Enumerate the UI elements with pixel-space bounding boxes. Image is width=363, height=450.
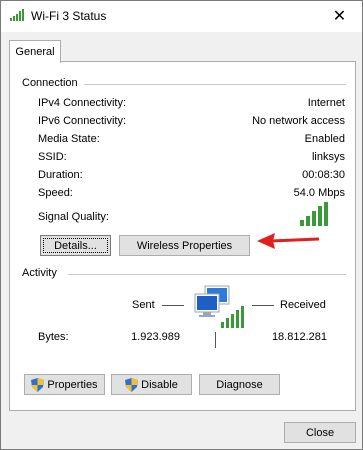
bytes-received-value: 18.812.281 [271,331,327,343]
tab-strip: General [1,32,362,63]
tab-general-label: General [15,46,55,58]
close-window-button[interactable]: ✕ [317,1,362,31]
signal-bar [324,202,328,226]
wireless-properties-button[interactable]: Wireless Properties [119,235,250,256]
tab-general[interactable]: General [9,40,61,63]
duration-value: 00:08:30 [302,169,345,181]
network-computer-icon [194,285,244,328]
diagnose-button[interactable]: Diagnose [199,374,280,395]
connection-divider [84,84,346,85]
activity-group-title: Activity [22,267,57,279]
wifi-signal-icon [10,9,24,21]
sent-label: Sent [132,299,155,311]
signal-quality-label: Signal Quality: [38,211,109,223]
sent-dash [162,305,184,306]
signal-bar [312,211,316,226]
red-annotation-arrow [257,233,319,249]
ssid-value: linksys [311,151,345,163]
connection-group-title: Connection [22,77,78,89]
activity-separator [215,332,216,348]
bytes-label: Bytes: [38,331,69,343]
diagnose-button-label: Diagnose [216,378,263,391]
uac-shield-icon [125,377,139,392]
ipv4-value: Internet [307,97,345,109]
signal-bar [300,220,304,226]
bytes-sent-value: 1.923.989 [131,331,180,343]
close-button-label: Close [305,426,335,439]
signal-bar [306,216,310,226]
wireless-properties-label: Wireless Properties [136,239,233,252]
activity-divider [68,274,346,275]
speed-value: 54.0 Mbps [293,187,345,199]
signal-bar [318,206,322,226]
ipv6-label: IPv6 Connectivity: [38,115,127,127]
close-icon: ✕ [332,8,347,25]
disable-button[interactable]: Disable [111,374,192,395]
ipv6-value: No network access [252,115,345,127]
close-button[interactable]: Close [284,422,356,443]
received-dash [252,305,274,306]
ssid-label: SSID: [38,151,67,163]
uac-shield-icon [31,377,45,392]
ipv4-label: IPv4 Connectivity: [38,97,127,109]
media-state-value: Enabled [304,133,345,145]
properties-button[interactable]: Properties [24,374,105,395]
speed-label: Speed: [38,187,73,199]
duration-label: Duration: [38,169,83,181]
focus-ring [43,238,108,253]
window-title: Wi-Fi 3 Status [31,9,107,23]
title-bar: Wi-Fi 3 Status ✕ [1,1,362,32]
properties-button-label: Properties [47,378,98,391]
signal-strength-icon [300,202,328,226]
received-label: Received [280,299,326,311]
wifi-status-window: Wi-Fi 3 Status ✕ General Connection IPv4… [0,0,363,450]
media-state-label: Media State: [38,133,100,145]
details-button[interactable]: Details... [40,235,111,256]
disable-button-label: Disable [141,378,178,391]
